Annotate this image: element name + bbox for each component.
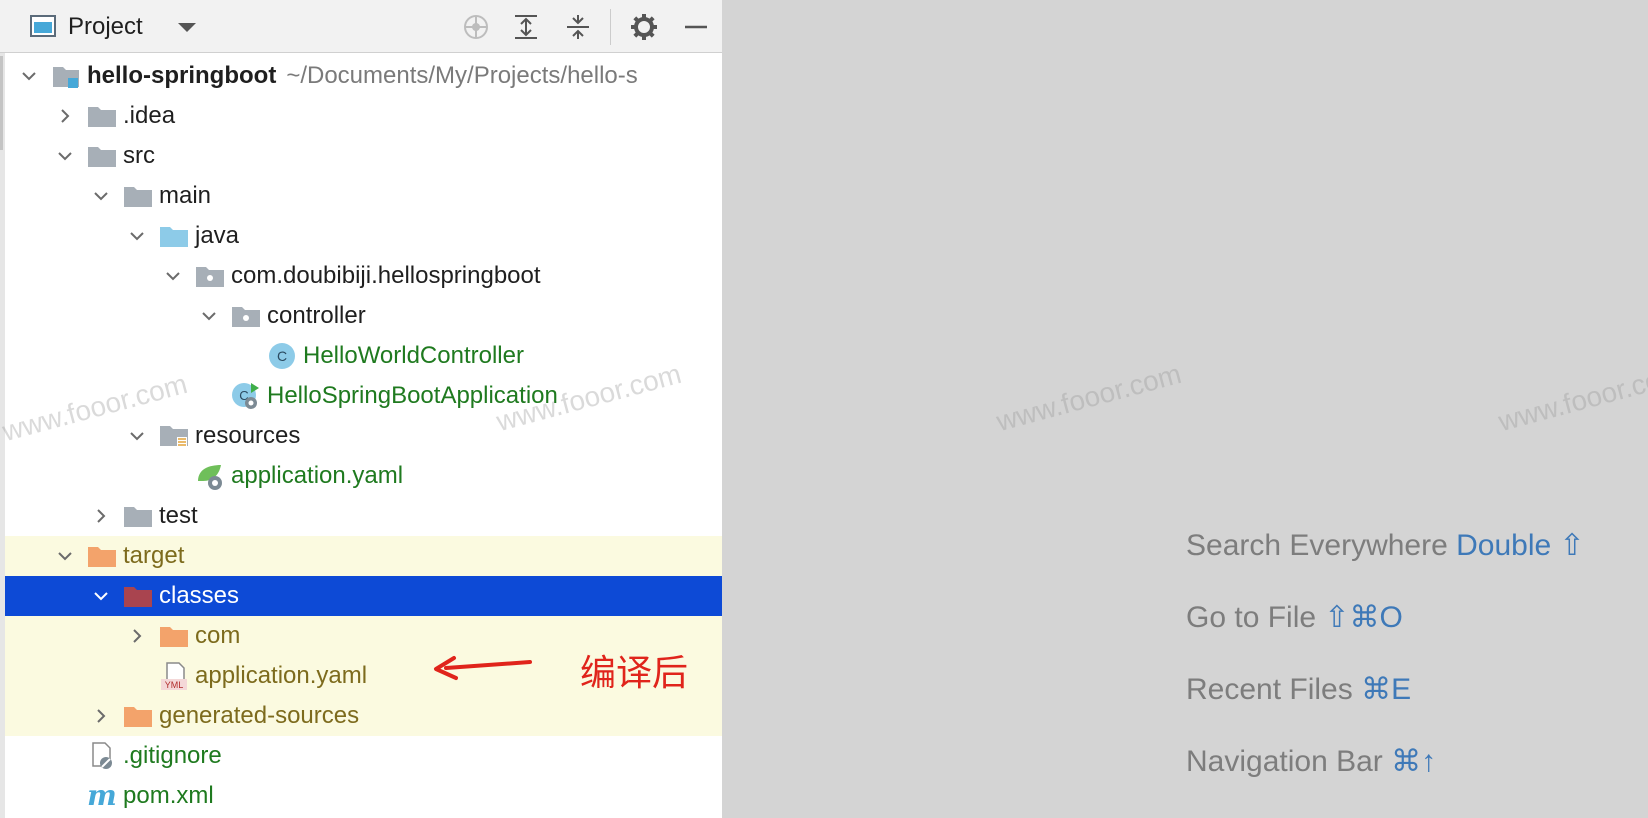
watermark: www.fooor.com [1495, 357, 1648, 438]
tree-node-spring-boot-application[interactable]: C HelloSpringBootApplication [5, 376, 722, 416]
hint-navigation-bar: Navigation Bar ⌘↑ [1186, 745, 1437, 778]
annotation-label: 编译后 [580, 653, 689, 694]
minimize-icon[interactable] [678, 9, 714, 45]
tree-node-label: resources [195, 422, 301, 449]
tree-node-resources[interactable]: resources [5, 416, 722, 456]
tree-node-label: application.yaml [195, 662, 368, 689]
folder-icon [87, 141, 117, 171]
tree-node-label: .gitignore [123, 742, 222, 769]
module-folder-icon [51, 61, 81, 91]
gear-icon[interactable] [626, 9, 662, 45]
shortcut-key: ⌘↑ [1391, 745, 1437, 778]
dropdown-caret-icon[interactable] [178, 23, 196, 32]
hint-recent-files: Recent Files ⌘E [1186, 673, 1412, 706]
tree-node-idea[interactable]: .idea [5, 96, 722, 136]
package-icon [231, 301, 261, 331]
shortcut-key: Double ⇧ [1456, 529, 1585, 562]
chevron-right-icon[interactable] [89, 496, 113, 536]
project-tree: hello-springboot ~/Documents/My/Projects… [5, 56, 722, 816]
chevron-right-icon[interactable] [53, 96, 77, 136]
project-view-icon [30, 15, 56, 37]
chevron-right-icon[interactable] [89, 696, 113, 736]
tree-node-gitignore[interactable]: .gitignore [5, 736, 722, 776]
tree-node-label: HelloWorldController [303, 342, 524, 369]
package-icon [195, 261, 225, 291]
spring-config-file-icon [195, 461, 225, 491]
yaml-file-icon: YML [159, 661, 189, 691]
svg-text:m: m [87, 781, 117, 811]
project-toolbar: Project [0, 0, 722, 53]
tree-node-label: test [159, 502, 198, 529]
hint-search-everywhere: Search Everywhere Double ⇧ [1186, 529, 1585, 562]
tree-node-label: application.yaml [231, 462, 404, 489]
resources-folder-icon [159, 421, 189, 451]
java-class-icon: C [267, 341, 297, 371]
tree-node-label: .idea [123, 102, 176, 129]
folder-icon [123, 181, 153, 211]
tree-node-label: generated-sources [159, 702, 360, 729]
expand-all-icon[interactable] [508, 9, 544, 45]
tree-node-src[interactable]: src [5, 136, 722, 176]
project-tool-window: Project hello-springboot ~/Documents/My/… [0, 0, 722, 818]
tree-node-label: src [123, 142, 155, 169]
excluded-folder-icon [87, 541, 117, 571]
chevron-down-icon[interactable] [197, 296, 221, 336]
tree-node-controller[interactable]: controller [5, 296, 722, 336]
collapse-all-icon[interactable] [560, 9, 596, 45]
excluded-folder-icon [159, 621, 189, 651]
gitignore-file-icon [87, 741, 117, 771]
project-name: hello-springboot [87, 62, 277, 89]
tree-node-hello-world-controller[interactable]: C HelloWorldController [5, 336, 722, 376]
chevron-down-icon[interactable] [125, 416, 149, 456]
chevron-down-icon[interactable] [161, 256, 185, 296]
tree-node-label: HelloSpringBootApplication [267, 382, 558, 409]
project-view-title[interactable]: Project [68, 13, 143, 41]
tree-node-label: controller [267, 302, 366, 329]
maven-icon: m [87, 781, 117, 811]
source-folder-icon [159, 221, 189, 251]
svg-text:C: C [277, 348, 287, 364]
locate-icon[interactable] [458, 9, 494, 45]
tree-node-label: java [195, 222, 240, 249]
red-arrow-annotation-icon [434, 656, 532, 680]
tree-node-main[interactable]: main [5, 176, 722, 216]
tree-node-label: com [195, 622, 241, 649]
watermark: www.fooor.com [993, 357, 1185, 438]
tree-node-label: main [159, 182, 212, 209]
chevron-down-icon[interactable] [89, 576, 113, 616]
chevron-down-icon[interactable] [125, 216, 149, 256]
folder-icon [87, 101, 117, 131]
editor-empty-hints: Search Everywhere Double ⇧ Go to File ⇧⌘… [1186, 528, 1585, 816]
tree-node-generated-sources[interactable]: generated-sources [5, 696, 722, 736]
tree-node-pom[interactable]: m pom.xml [5, 776, 722, 816]
chevron-down-icon[interactable] [89, 176, 113, 216]
tree-node-label: com.doubibiji.hellospringboot [231, 262, 541, 289]
svg-text:YML: YML [165, 680, 184, 690]
project-path: ~/Documents/My/Projects/hello-s [286, 62, 638, 89]
tree-node-label: classes [159, 582, 240, 609]
tree-node-label: target [123, 542, 185, 569]
output-folder-icon [123, 581, 153, 611]
excluded-folder-icon [123, 701, 153, 731]
chevron-down-icon[interactable] [53, 136, 77, 176]
hint-go-to-file: Go to File ⇧⌘O [1186, 601, 1403, 634]
tree-node-package[interactable]: com.doubibiji.hellospringboot [5, 256, 722, 296]
tree-node-label: pom.xml [123, 782, 214, 809]
shortcut-key: ⇧⌘O [1324, 601, 1403, 634]
tree-node-target[interactable]: target [5, 536, 722, 576]
chevron-down-icon[interactable] [53, 536, 77, 576]
chevron-down-icon[interactable] [17, 56, 41, 96]
shortcut-key: ⌘E [1361, 673, 1412, 706]
spring-boot-class-icon: C [231, 381, 261, 411]
folder-icon [123, 501, 153, 531]
tree-node-resources-application-yaml[interactable]: application.yaml [5, 456, 722, 496]
tree-node-classes[interactable]: classes [5, 576, 722, 616]
chevron-right-icon[interactable] [125, 616, 149, 656]
tree-node-test[interactable]: test [5, 496, 722, 536]
tree-node-root[interactable]: hello-springboot ~/Documents/My/Projects… [5, 56, 722, 96]
tree-node-java[interactable]: java [5, 216, 722, 256]
